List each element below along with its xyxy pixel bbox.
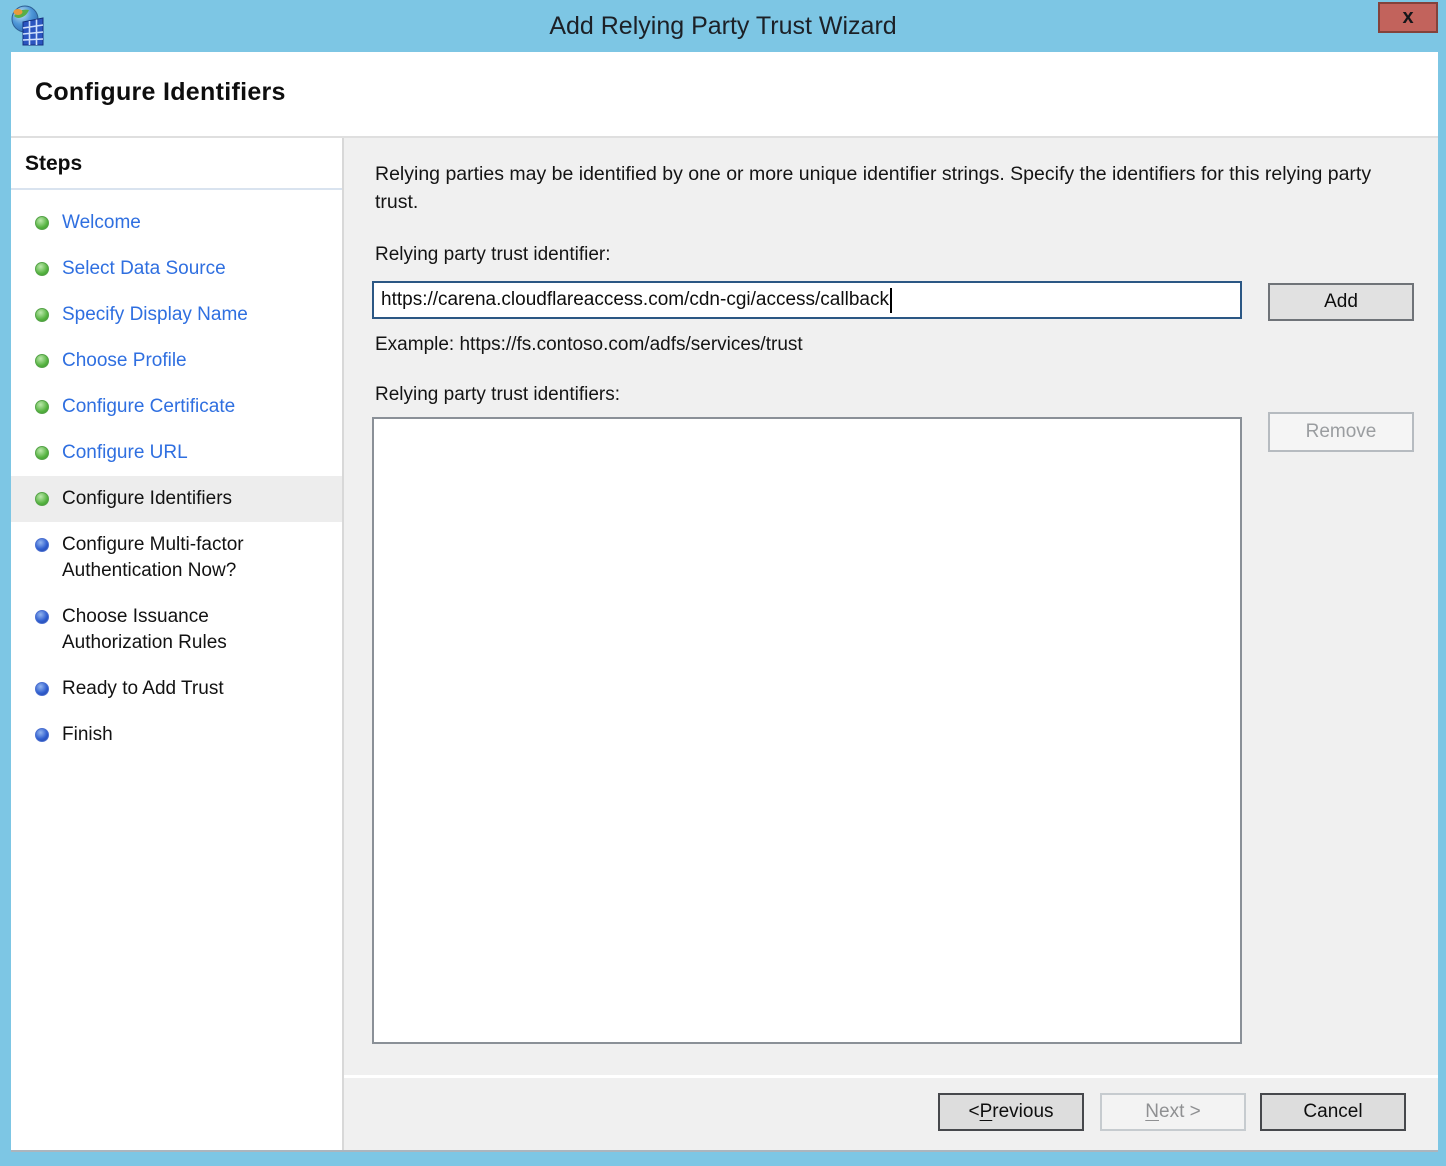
page-title: Configure Identifiers [35,78,286,106]
sidebar-step-ready-to-add-trust: Ready to Add Trust [11,666,342,712]
sidebar-step-select-data-source[interactable]: Select Data Source [11,246,342,292]
step-bullet-icon [35,682,49,696]
identifiers-list-label: Relying party trust identifiers: [375,384,620,405]
window-bottom-edge [11,1150,1438,1152]
sidebar-step-configure-multi-factor-authentication-now: Configure Multi-factor Authentication No… [11,522,342,594]
sidebar-step-specify-display-name[interactable]: Specify Display Name [11,292,342,338]
step-bullet-icon [35,354,49,368]
footer-button-bar: < Previous Next > Cancel [344,1075,1438,1152]
step-label: Specify Display Name [62,304,248,325]
step-bullet-icon [35,262,49,276]
step-bullet-icon [35,610,49,624]
sidebar-step-configure-url[interactable]: Configure URL [11,430,342,476]
page-description: Relying parties may be identified by one… [375,163,1372,213]
step-bullet-icon [35,728,49,742]
steps-heading: Steps [11,138,342,190]
step-bullet-icon [35,492,49,506]
close-button[interactable]: x [1378,2,1438,33]
wizard-page-header: Configure Identifiers [11,52,1438,138]
add-button[interactable]: Add [1268,283,1414,321]
title-bar[interactable]: Add Relying Party Trust Wizard x [0,0,1446,52]
step-label: Finish [62,724,113,745]
text-caret [889,287,892,313]
step-label: Choose Profile [62,350,187,371]
sidebar-step-finish: Finish [11,712,342,758]
identifiers-listbox[interactable] [372,417,1242,1044]
sidebar-step-welcome[interactable]: Welcome [11,200,342,246]
step-bullet-icon [35,400,49,414]
sidebar-step-configure-identifiers[interactable]: Configure Identifiers [11,476,342,522]
example-text: Example: https://fs.contoso.com/adfs/ser… [375,334,803,355]
wizard-window: Add Relying Party Trust Wizard x Configu… [0,0,1446,1166]
step-bullet-icon [35,446,49,460]
step-label: Choose Issuance Authorization Rules [62,606,227,653]
next-button[interactable]: Next > [1100,1093,1246,1131]
step-bullet-icon [35,216,49,230]
remove-button[interactable]: Remove [1268,412,1414,452]
window-title: Add Relying Party Trust Wizard [549,11,897,40]
step-label: Configure Identifiers [62,488,233,509]
step-label: Welcome [62,212,141,233]
main-content: Relying parties may be identified by one… [344,138,1438,1152]
sidebar-step-choose-profile[interactable]: Choose Profile [11,338,342,384]
step-label: Configure Multi-factor Authentication No… [62,534,244,581]
adfs-app-icon [11,5,44,46]
sidebar-step-configure-certificate[interactable]: Configure Certificate [11,384,342,430]
previous-button[interactable]: < Previous [938,1093,1084,1131]
step-label: Configure URL [62,442,188,463]
steps-sidebar: Steps Welcome Select Data Source Specify… [11,138,344,1152]
identifier-input[interactable]: https://carena.cloudflareaccess.com/cdn-… [372,281,1242,319]
step-label: Ready to Add Trust [62,678,224,699]
identifier-input-value: https://carena.cloudflareaccess.com/cdn-… [381,289,889,310]
cancel-button[interactable]: Cancel [1260,1093,1406,1131]
step-bullet-icon [35,308,49,322]
sidebar-step-choose-issuance-authorization-rules: Choose Issuance Authorization Rules [11,594,342,666]
identifier-field-label: Relying party trust identifier: [375,244,611,265]
step-label: Select Data Source [62,258,226,279]
step-label: Configure Certificate [62,396,236,417]
step-bullet-icon [35,538,49,552]
steps-list: Welcome Select Data Source Specify Displ… [11,190,342,758]
